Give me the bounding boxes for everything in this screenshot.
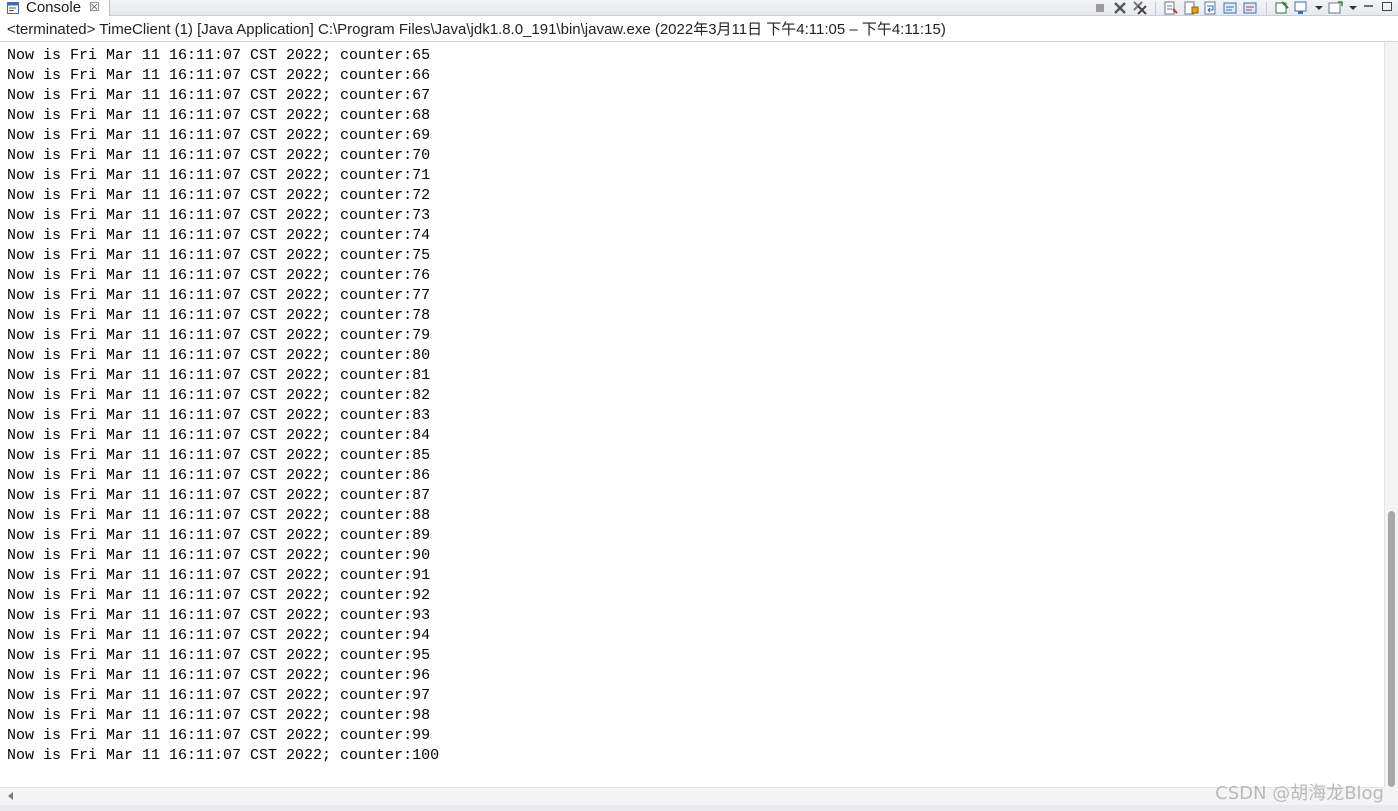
show-stderr-icon xyxy=(1243,2,1257,14)
console-output[interactable]: Now is Fri Mar 11 16:11:07 CST 2022; cou… xyxy=(0,46,1384,786)
minimize-icon xyxy=(1364,5,1373,7)
console-output-line: Now is Fri Mar 11 16:11:07 CST 2022; cou… xyxy=(7,207,431,224)
toolbar-separator xyxy=(1155,1,1156,15)
close-icon[interactable]: ☒ xyxy=(89,0,100,14)
tab-console-label: Console xyxy=(26,0,82,16)
console-output-line: Now is Fri Mar 11 16:11:07 CST 2022; cou… xyxy=(7,307,431,324)
display-console-icon xyxy=(1294,1,1307,14)
display-console-dropdown[interactable] xyxy=(1314,1,1324,15)
watermark: CSDN @胡海龙Blog xyxy=(1215,783,1384,804)
clear-console-icon xyxy=(1164,1,1178,15)
console-output-line: Now is Fri Mar 11 16:11:07 CST 2022; cou… xyxy=(7,147,431,164)
horizontal-scrollbar[interactable] xyxy=(0,787,1384,805)
view-bottom-border xyxy=(0,805,1398,811)
console-output-line: Now is Fri Mar 11 16:11:07 CST 2022; cou… xyxy=(7,747,440,764)
console-output-line: Now is Fri Mar 11 16:11:07 CST 2022; cou… xyxy=(7,507,431,524)
console-output-line: Now is Fri Mar 11 16:11:07 CST 2022; cou… xyxy=(7,467,431,484)
console-output-line: Now is Fri Mar 11 16:11:07 CST 2022; cou… xyxy=(7,47,431,64)
console-output-line: Now is Fri Mar 11 16:11:07 CST 2022; cou… xyxy=(7,607,431,624)
word-wrap-icon xyxy=(1204,1,1216,15)
open-console-icon xyxy=(1328,1,1343,14)
scroll-left-arrow-icon[interactable] xyxy=(8,792,13,800)
clear-console-button[interactable] xyxy=(1163,1,1179,15)
console-output-line: Now is Fri Mar 11 16:11:07 CST 2022; cou… xyxy=(7,427,431,444)
display-console-button[interactable] xyxy=(1294,1,1310,15)
console-output-line: Now is Fri Mar 11 16:11:07 CST 2022; cou… xyxy=(7,267,431,284)
console-output-line: Now is Fri Mar 11 16:11:07 CST 2022; cou… xyxy=(7,567,431,584)
scroll-lock-button[interactable] xyxy=(1183,1,1199,15)
console-output-line: Now is Fri Mar 11 16:11:07 CST 2022; cou… xyxy=(7,547,431,564)
console-output-line: Now is Fri Mar 11 16:11:07 CST 2022; cou… xyxy=(7,527,431,544)
console-output-line: Now is Fri Mar 11 16:11:07 CST 2022; cou… xyxy=(7,87,431,104)
console-toolbar xyxy=(1092,0,1398,16)
remove-all-x-icon xyxy=(1133,1,1147,15)
terminate-button[interactable] xyxy=(1092,1,1108,15)
show-on-stderr-button[interactable] xyxy=(1243,1,1259,15)
scroll-lock-icon xyxy=(1184,1,1199,15)
console-output-line: Now is Fri Mar 11 16:11:07 CST 2022; cou… xyxy=(7,287,431,304)
process-description: <terminated> TimeClient (1) [Java Applic… xyxy=(0,18,1398,42)
maximize-button[interactable] xyxy=(1380,1,1394,15)
chevron-down-icon xyxy=(1315,6,1323,10)
vertical-scrollbar-thumb[interactable] xyxy=(1388,511,1395,787)
console-output-line: Now is Fri Mar 11 16:11:07 CST 2022; cou… xyxy=(7,367,431,384)
remove-launch-button[interactable] xyxy=(1112,1,1128,15)
console-output-line: Now is Fri Mar 11 16:11:07 CST 2022; cou… xyxy=(7,727,431,744)
console-output-line: Now is Fri Mar 11 16:11:07 CST 2022; cou… xyxy=(7,647,431,664)
console-output-line: Now is Fri Mar 11 16:11:07 CST 2022; cou… xyxy=(7,407,431,424)
console-output-line: Now is Fri Mar 11 16:11:07 CST 2022; cou… xyxy=(7,447,431,464)
console-output-line: Now is Fri Mar 11 16:11:07 CST 2022; cou… xyxy=(7,127,431,144)
minimize-button[interactable] xyxy=(1362,1,1376,15)
remove-x-icon xyxy=(1114,2,1126,14)
console-output-line: Now is Fri Mar 11 16:11:07 CST 2022; cou… xyxy=(7,667,431,684)
console-output-line: Now is Fri Mar 11 16:11:07 CST 2022; cou… xyxy=(7,587,431,604)
show-on-stdout-button[interactable] xyxy=(1223,1,1239,15)
pin-console-button[interactable] xyxy=(1274,1,1290,15)
console-output-line: Now is Fri Mar 11 16:11:07 CST 2022; cou… xyxy=(7,247,431,264)
console-output-line: Now is Fri Mar 11 16:11:07 CST 2022; cou… xyxy=(7,67,431,84)
scrollbar-corner xyxy=(1384,787,1398,805)
toolbar-separator xyxy=(1266,1,1267,15)
open-console-button[interactable] xyxy=(1328,1,1344,15)
console-output-line: Now is Fri Mar 11 16:11:07 CST 2022; cou… xyxy=(7,707,431,724)
maximize-icon xyxy=(1382,2,1392,11)
pin-icon xyxy=(1275,1,1289,14)
word-wrap-button[interactable] xyxy=(1203,1,1219,15)
console-output-line: Now is Fri Mar 11 16:11:07 CST 2022; cou… xyxy=(7,687,431,704)
vertical-scrollbar[interactable] xyxy=(1384,42,1398,787)
remove-all-terminated-button[interactable] xyxy=(1132,1,1148,15)
console-icon xyxy=(7,1,19,14)
open-console-dropdown[interactable] xyxy=(1348,1,1358,15)
console-output-line: Now is Fri Mar 11 16:11:07 CST 2022; cou… xyxy=(7,347,431,364)
console-output-line: Now is Fri Mar 11 16:11:07 CST 2022; cou… xyxy=(7,187,431,204)
show-stdout-icon xyxy=(1223,2,1237,14)
tab-console[interactable]: Console ☒ xyxy=(0,0,110,16)
console-output-line: Now is Fri Mar 11 16:11:07 CST 2022; cou… xyxy=(7,167,431,184)
console-output-line: Now is Fri Mar 11 16:11:07 CST 2022; cou… xyxy=(7,107,431,124)
console-view-header: Console ☒ xyxy=(0,0,1398,16)
console-output-line: Now is Fri Mar 11 16:11:07 CST 2022; cou… xyxy=(7,627,431,644)
stop-icon xyxy=(1096,4,1104,12)
console-output-line: Now is Fri Mar 11 16:11:07 CST 2022; cou… xyxy=(7,487,431,504)
console-output-line: Now is Fri Mar 11 16:11:07 CST 2022; cou… xyxy=(7,227,431,244)
console-output-line: Now is Fri Mar 11 16:11:07 CST 2022; cou… xyxy=(7,327,431,344)
console-output-line: Now is Fri Mar 11 16:11:07 CST 2022; cou… xyxy=(7,387,431,404)
chevron-down-icon xyxy=(1349,6,1357,10)
